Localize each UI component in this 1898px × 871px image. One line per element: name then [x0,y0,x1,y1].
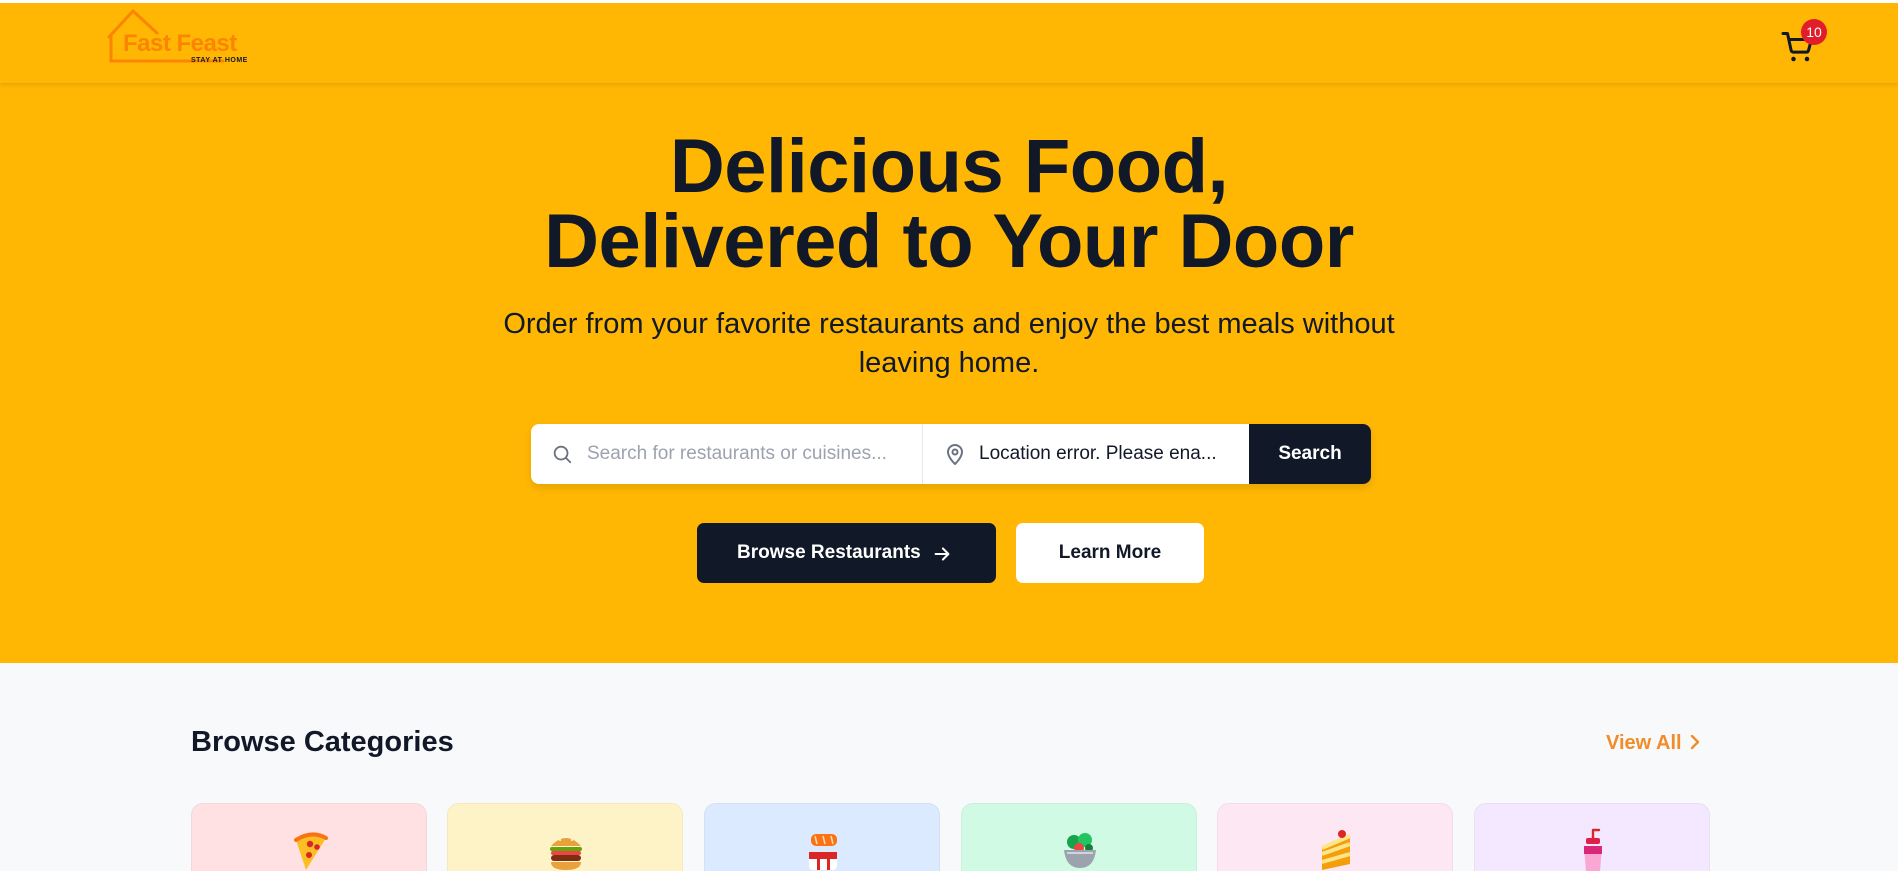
chevron-right-icon [1690,734,1699,750]
category-card-drink[interactable] [1474,803,1710,871]
search-field [531,424,923,484]
location-field [923,424,1249,484]
location-input[interactable] [979,424,1235,484]
search-bar: Search [531,424,1371,484]
learn-more-button[interactable]: Learn More [1016,523,1204,583]
categories-heading: Browse Categories [191,726,454,758]
salad-icon [1064,833,1096,868]
sushi-icon [809,834,837,870]
drink-icon [1584,828,1602,871]
map-pin-icon [947,444,963,465]
hero-subtitle: Order from your favorite restaurants and… [503,308,1395,379]
cake-icon [1321,830,1351,870]
cart-count-badge: 10 [1801,19,1827,45]
view-all-label: View All [1606,732,1682,754]
hero-title: Delicious Food, Delivered to Your Door [0,124,1898,284]
category-card-salad[interactable] [961,803,1197,871]
burger-icon [550,836,582,870]
pizza-icon [294,832,328,870]
arrow-right-icon [934,547,950,561]
top-navbar: Fast Feast STAY AT HOME 10 [0,0,1898,83]
category-card-cake[interactable] [1217,803,1453,871]
search-button[interactable]: Search [1249,424,1371,484]
browse-restaurants-label: Browse Restaurants [737,542,921,563]
brand-tagline: STAY AT HOME [191,57,248,64]
category-card-sushi[interactable] [704,803,940,871]
brand-name: Fast Feast [123,30,237,57]
brand-logo[interactable]: Fast Feast STAY AT HOME [103,5,263,69]
category-card-pizza[interactable] [191,803,427,871]
view-all-link[interactable]: View All [1606,732,1702,755]
hero-section: Delicious Food, Delivered to Your Door O… [0,83,1898,663]
browse-restaurants-button[interactable]: Browse Restaurants [697,523,996,583]
hero-title-line-2: Delivered to Your Door [544,199,1354,284]
category-card-burger[interactable] [447,803,683,871]
search-icon [553,445,572,464]
search-input[interactable] [587,424,907,484]
hero-title-line-1: Delicious Food, [669,124,1229,209]
